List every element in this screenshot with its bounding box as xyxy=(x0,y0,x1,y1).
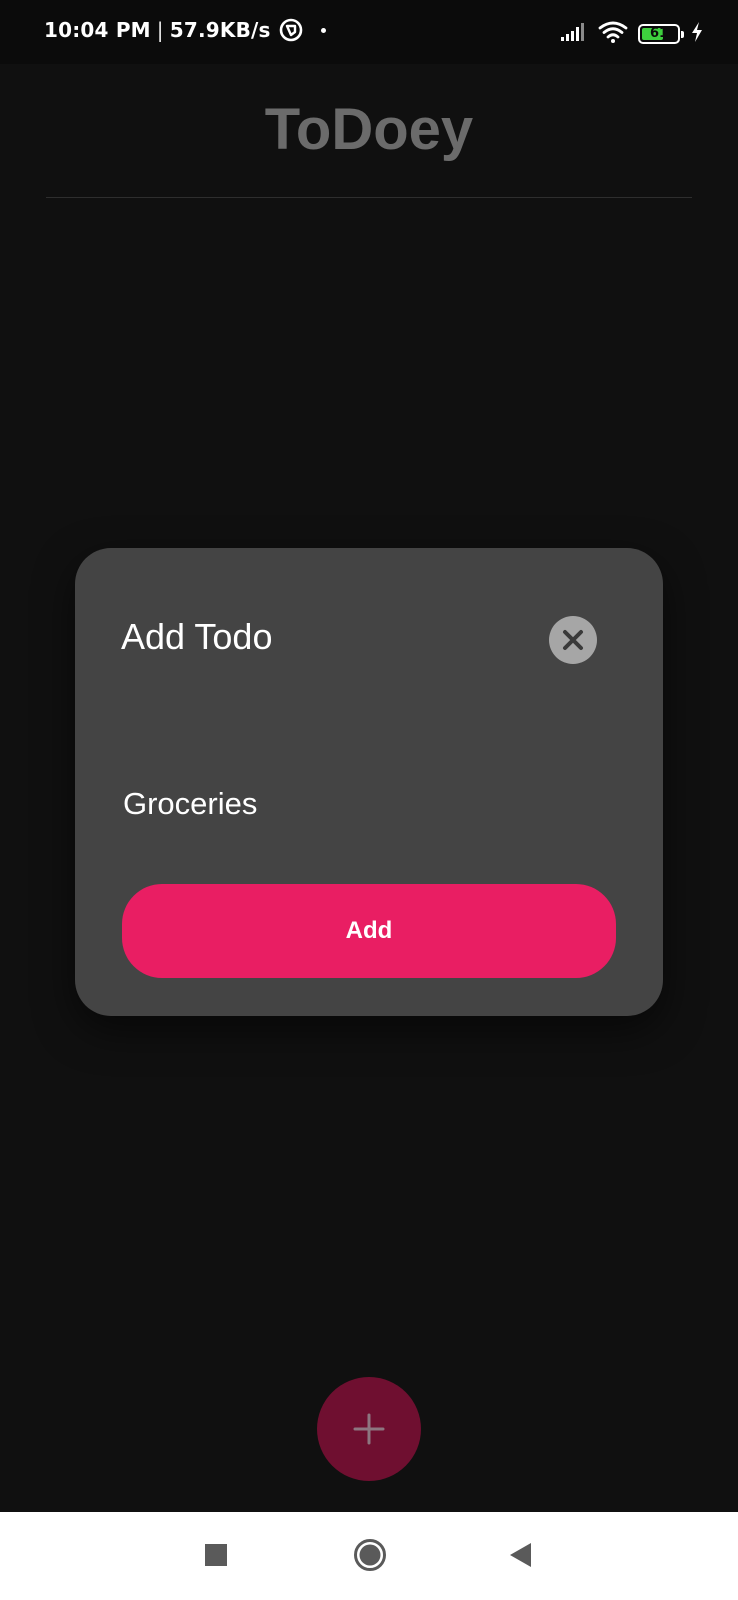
close-button[interactable] xyxy=(549,616,597,664)
network-speed: 57.9KB/s xyxy=(169,18,271,42)
notification-dot-icon xyxy=(320,27,326,33)
add-todo-dialog: Add Todo Add xyxy=(75,548,663,1016)
app-notification-icon xyxy=(279,18,303,42)
wifi-icon xyxy=(598,20,628,48)
battery-level: 61 xyxy=(649,26,669,41)
todo-input[interactable] xyxy=(123,780,603,828)
app-title: ToDoey xyxy=(264,97,474,162)
status-separator: | xyxy=(156,18,164,42)
back-icon[interactable] xyxy=(508,1542,534,1568)
plus-icon xyxy=(353,1413,385,1445)
battery-nub xyxy=(681,31,684,38)
status-time: 10:04 PM xyxy=(44,18,151,42)
status-left: 10:04 PM | 57.9KB/s xyxy=(44,18,326,42)
add-button[interactable]: Add xyxy=(122,884,616,978)
header-divider xyxy=(46,197,692,198)
status-right: 61 xyxy=(550,20,704,48)
navigation-bar xyxy=(0,1512,738,1600)
close-icon xyxy=(563,630,583,650)
home-icon[interactable] xyxy=(353,1538,387,1572)
status-bar: 10:04 PM | 57.9KB/s 61 xyxy=(0,0,738,64)
signal-icon xyxy=(560,22,588,46)
recents-icon[interactable] xyxy=(205,1544,227,1566)
add-fab-button[interactable] xyxy=(317,1377,421,1481)
battery-icon: 61 xyxy=(638,24,684,44)
charging-icon xyxy=(690,21,704,47)
dialog-title: Add Todo xyxy=(121,616,273,657)
